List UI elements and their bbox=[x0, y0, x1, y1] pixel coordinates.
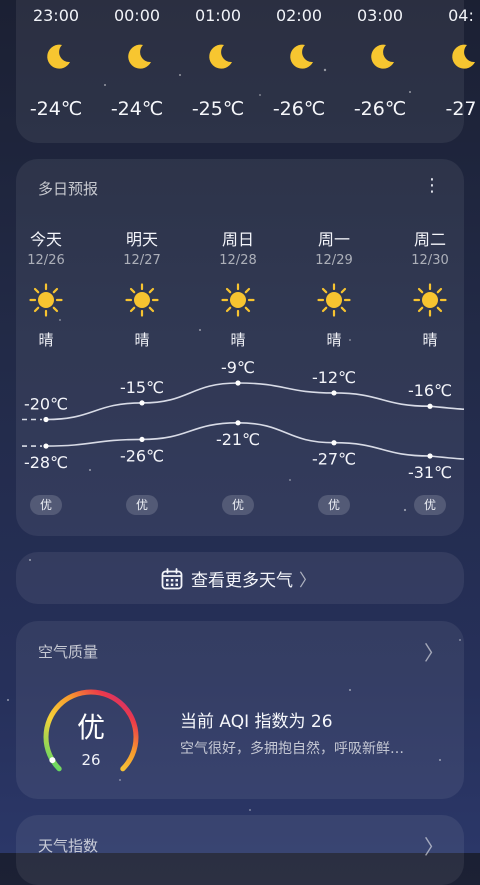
hourly-time: 04: bbox=[448, 6, 474, 25]
sun-icon bbox=[125, 283, 159, 317]
moon-icon bbox=[286, 42, 316, 72]
day-date: 12/29 bbox=[315, 253, 353, 268]
low-temp-curve-point bbox=[427, 453, 433, 459]
sun-icon bbox=[413, 283, 447, 317]
air-quality-badge: 优 bbox=[30, 495, 62, 515]
air-quality-badge: 优 bbox=[318, 495, 350, 515]
day-date: 12/26 bbox=[27, 253, 65, 268]
sun-icon bbox=[29, 283, 63, 317]
hourly-temp: -27 bbox=[445, 98, 477, 120]
high-temp-curve-point bbox=[43, 416, 49, 423]
hourly-temp: -25℃ bbox=[191, 98, 245, 120]
high-temp-curve bbox=[45, 382, 465, 421]
high-temp-label: -15℃ bbox=[120, 378, 164, 397]
day-name: 周一 bbox=[317, 230, 350, 249]
low-temp-label: -27℃ bbox=[312, 450, 356, 469]
aqi-value: 26 bbox=[81, 751, 101, 769]
hourly-time: 01:00 bbox=[194, 6, 242, 25]
high-temp-label: -12℃ bbox=[312, 368, 356, 387]
low-temp-label: -28℃ bbox=[24, 453, 68, 472]
air-quality-badge: 优 bbox=[222, 495, 254, 515]
hourly-temp: -26℃ bbox=[353, 98, 407, 120]
moon-icon bbox=[124, 42, 154, 72]
aqi-description: 空气很好，多拥抱自然，呼吸新鲜… bbox=[180, 741, 404, 757]
low-temp-curve-point bbox=[139, 436, 145, 443]
aqi-level: 优 bbox=[76, 711, 105, 744]
low-temp-label: -31℃ bbox=[408, 463, 452, 482]
hourly-temp: -24℃ bbox=[110, 98, 164, 120]
more-weather-label: 查看更多天气 bbox=[191, 571, 293, 591]
air-quality-title: 空气质量 bbox=[38, 643, 99, 661]
hourly-time: 23:00 bbox=[32, 6, 80, 25]
day-condition: 晴 bbox=[38, 331, 54, 349]
moon-icon bbox=[205, 42, 235, 72]
high-temp-curve-point bbox=[139, 400, 145, 406]
daily-forecast-card: 多日预报 ⋮ -20℃ -15℃ -9℃ -12℃ -16℃ -28℃ -26℃ -21℃ -2… bbox=[16, 159, 465, 536]
low-temp-curve-point bbox=[235, 420, 241, 426]
aqi-headline: 当前 AQI 指数为 26 bbox=[180, 712, 333, 732]
sun-icon bbox=[317, 283, 351, 317]
weather-index-card[interactable]: 天气指数 〉 bbox=[16, 815, 464, 885]
sun-icon bbox=[221, 283, 255, 317]
chevron-right-icon[interactable]: 〉 bbox=[424, 831, 444, 860]
moon-icon bbox=[448, 42, 478, 72]
day-condition: 晴 bbox=[422, 331, 438, 349]
more-weather-button[interactable]: 查看更多天气 〉 bbox=[16, 552, 464, 604]
moon-icon bbox=[367, 42, 397, 72]
high-temp-label: -9℃ bbox=[221, 358, 255, 377]
air-quality-card[interactable]: 空气质量 〉 优 26 当前 AQI 指数为 26 空气很好，多拥抱自然，呼吸新… bbox=[16, 621, 464, 799]
hourly-time: 00:00 bbox=[113, 6, 161, 25]
day-name: 明天 bbox=[125, 230, 158, 249]
hourly-time: 02:00 bbox=[275, 6, 323, 25]
high-temp-label: -20℃ bbox=[24, 395, 68, 414]
hourly-temp: -26℃ bbox=[272, 98, 326, 120]
high-temp-curve-point bbox=[427, 403, 433, 409]
hourly-forecast-card: 23:00 -24℃ 00:00 -24℃ 01:00 -25℃ 02:00 -26℃ 03:0… bbox=[16, 0, 477, 143]
moon-icon bbox=[43, 42, 73, 72]
chevron-right-icon[interactable]: 〉 bbox=[424, 637, 444, 666]
hourly-time: 03:00 bbox=[356, 6, 404, 25]
low-temp-curve-point bbox=[331, 440, 337, 446]
hourly-temp: -24℃ bbox=[29, 98, 83, 120]
day-condition: 晴 bbox=[326, 331, 342, 349]
low-temp-label: -21℃ bbox=[216, 430, 260, 449]
day-condition: 晴 bbox=[134, 331, 150, 349]
day-name: 周二 bbox=[413, 230, 446, 249]
low-temp-label: -26℃ bbox=[120, 446, 164, 465]
air-quality-badge: 优 bbox=[126, 495, 158, 515]
day-condition: 晴 bbox=[230, 331, 246, 349]
day-date: 12/30 bbox=[411, 253, 449, 268]
air-quality-badge: 优 bbox=[414, 495, 446, 515]
high-temp-label: -16℃ bbox=[408, 381, 452, 400]
day-name: 今天 bbox=[29, 230, 62, 249]
day-name: 周日 bbox=[221, 230, 254, 249]
day-date: 12/28 bbox=[219, 253, 257, 268]
high-temp-curve-point bbox=[331, 390, 337, 396]
low-temp-curve-point bbox=[43, 443, 49, 449]
high-temp-curve-point bbox=[235, 380, 241, 386]
day-date: 12/27 bbox=[123, 253, 161, 268]
calendar-icon bbox=[161, 567, 183, 589]
chevron-right-icon: 〉 bbox=[299, 571, 316, 591]
